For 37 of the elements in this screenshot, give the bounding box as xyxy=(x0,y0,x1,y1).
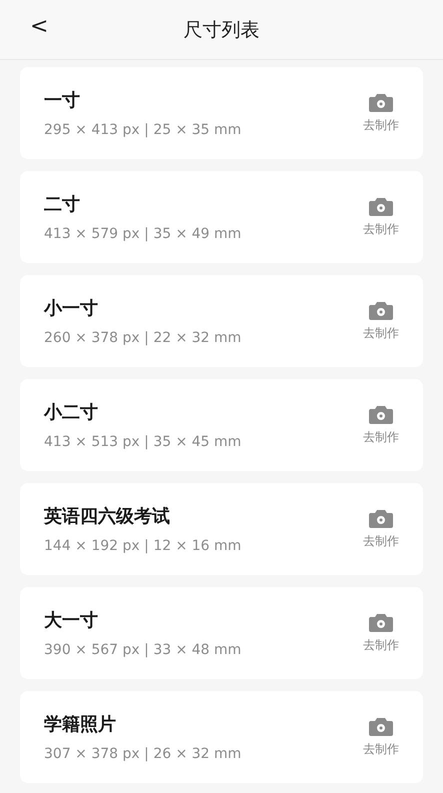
camera-icon[interactable] xyxy=(369,196,393,216)
make-link[interactable]: 去制作 xyxy=(363,533,399,550)
camera-icon[interactable] xyxy=(369,300,393,320)
size-spec: 413 × 579 px | 35 × 49 mm xyxy=(44,226,242,242)
size-card[interactable]: 二寸 413 × 579 px | 35 × 49 mm 去制作 xyxy=(20,171,423,263)
size-name: 一寸 xyxy=(44,89,81,112)
size-name: 学籍照片 xyxy=(44,713,117,736)
make-link[interactable]: 去制作 xyxy=(363,637,399,654)
size-card[interactable]: 英语四六级考试 144 × 192 px | 12 × 16 mm 去制作 xyxy=(20,483,423,575)
size-spec: 260 × 378 px | 22 × 32 mm xyxy=(44,330,242,346)
size-name: 英语四六级考试 xyxy=(44,505,171,528)
camera-icon[interactable] xyxy=(369,92,393,112)
camera-icon[interactable] xyxy=(369,404,393,424)
size-spec: 413 × 513 px | 35 × 45 mm xyxy=(44,434,242,450)
make-link[interactable]: 去制作 xyxy=(363,429,399,446)
size-card[interactable]: 一寸 295 × 413 px | 25 × 35 mm 去制作 xyxy=(20,67,423,159)
make-link[interactable]: 去制作 xyxy=(363,117,399,134)
size-name: 大一寸 xyxy=(44,609,99,632)
size-card[interactable]: 小二寸 413 × 513 px | 35 × 45 mm 去制作 xyxy=(20,379,423,471)
size-card[interactable]: 大一寸 390 × 567 px | 33 × 48 mm 去制作 xyxy=(20,587,423,679)
size-card[interactable]: 学籍照片 307 × 378 px | 26 × 32 mm 去制作 xyxy=(20,691,423,783)
back-button[interactable]: < xyxy=(26,14,52,39)
camera-icon[interactable] xyxy=(369,508,393,528)
make-link[interactable]: 去制作 xyxy=(363,221,399,238)
camera-icon[interactable] xyxy=(369,716,393,736)
size-spec: 390 × 567 px | 33 × 48 mm xyxy=(44,642,242,658)
page-title: 尺寸列表 xyxy=(184,18,260,42)
size-name: 小二寸 xyxy=(44,401,99,424)
camera-icon[interactable] xyxy=(369,612,393,632)
make-link[interactable]: 去制作 xyxy=(363,741,399,758)
size-name: 小一寸 xyxy=(44,297,99,320)
size-spec: 144 × 192 px | 12 × 16 mm xyxy=(44,538,242,554)
size-spec: 295 × 413 px | 25 × 35 mm xyxy=(44,122,242,138)
size-card[interactable]: 小一寸 260 × 378 px | 22 × 32 mm 去制作 xyxy=(20,275,423,367)
make-link[interactable]: 去制作 xyxy=(363,325,399,342)
size-name: 二寸 xyxy=(44,193,81,216)
size-spec: 307 × 378 px | 26 × 32 mm xyxy=(44,746,242,762)
